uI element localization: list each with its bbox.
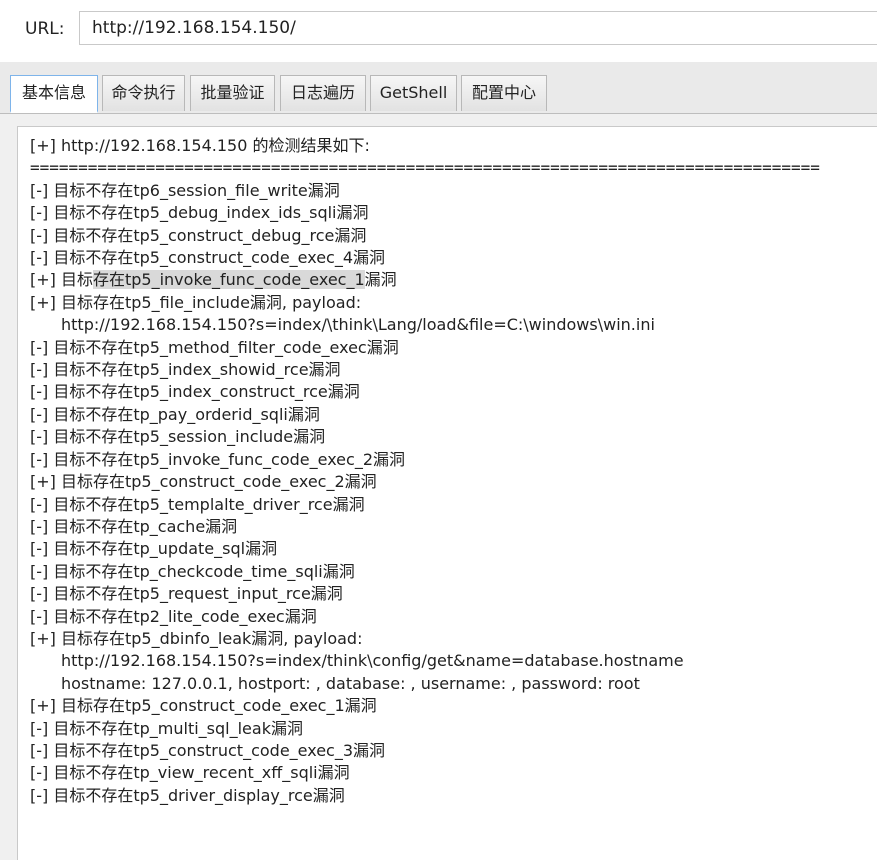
- result-detail-line: http://192.168.154.150?s=index/think\con…: [61, 651, 684, 671]
- result-not-found-line: [-] 目标不存在tp5_construct_debug_rce漏洞: [30, 225, 367, 245]
- result-not-found-line: [-] 目标不存在tp_update_sql漏洞: [30, 539, 278, 559]
- result-not-found-line: [-] 目标不存在tp5_templalte_driver_rce漏洞: [30, 494, 365, 514]
- result-not-found-line: [-] 目标不存在tp6_session_file_write漏洞: [30, 180, 340, 200]
- result-separator: ========================================…: [30, 158, 820, 178]
- result-detail-line: http://192.168.154.150?s=index/\think\La…: [61, 315, 655, 335]
- result-found-line: [+] 目标存在tp5_construct_code_exec_1漏洞: [30, 696, 377, 716]
- url-input[interactable]: [79, 11, 877, 45]
- result-not-found-line: [-] 目标不存在tp_view_recent_xff_sqli漏洞: [30, 763, 350, 783]
- result-not-found-line: [-] 目标不存在tp5_method_filter_code_exec漏洞: [30, 337, 399, 357]
- tab-log-traverse[interactable]: 日志遍历: [280, 75, 366, 111]
- text-selection: 存在tp5_invoke_func_code_exec_1: [92, 270, 365, 290]
- result-not-found-line: [-] 目标不存在tp5_request_input_rce漏洞: [30, 584, 343, 604]
- result-found-line: [+] 目标存在tp5_invoke_func_code_exec_1漏洞: [30, 270, 397, 290]
- result-not-found-line: [-] 目标不存在tp_multi_sql_leak漏洞: [30, 718, 303, 738]
- result-output[interactable]: [+] http://192.168.154.150 的检测结果如下: ====…: [17, 126, 877, 860]
- result-not-found-line: [-] 目标不存在tp5_debug_index_ids_sqli漏洞: [30, 203, 369, 223]
- result-found-line: [+] 目标存在tp5_construct_code_exec_2漏洞: [30, 472, 377, 492]
- result-not-found-line: [-] 目标不存在tp_cache漏洞: [30, 516, 238, 536]
- tab-basic-info[interactable]: 基本信息: [10, 75, 98, 113]
- url-label: URL:: [25, 19, 65, 39]
- tab-command-exec[interactable]: 命令执行: [102, 75, 185, 111]
- result-not-found-line: [-] 目标不存在tp5_construct_code_exec_4漏洞: [30, 248, 386, 268]
- tab-strip: 基本信息 命令执行 批量验证 日志遍历 GetShell 配置中心: [0, 62, 877, 114]
- tab-getshell[interactable]: GetShell: [370, 75, 457, 111]
- result-not-found-line: [-] 目标不存在tp5_session_include漏洞: [30, 427, 326, 447]
- result-not-found-line: [-] 目标不存在tp2_lite_code_exec漏洞: [30, 606, 317, 626]
- tab-batch-verify[interactable]: 批量验证: [190, 75, 275, 111]
- app-window: URL: 基本信息 命令执行 批量验证 日志遍历 GetShell 配置中心 […: [0, 0, 877, 860]
- result-not-found-line: [-] 目标不存在tp5_index_construct_rce漏洞: [30, 382, 360, 402]
- result-not-found-line: [-] 目标不存在tp_checkcode_time_sqli漏洞: [30, 561, 355, 581]
- result-not-found-line: [-] 目标不存在tp_pay_orderid_sqli漏洞: [30, 404, 320, 424]
- url-bar: URL:: [0, 0, 877, 62]
- result-header: [+] http://192.168.154.150 的检测结果如下:: [30, 136, 370, 155]
- result-lines: [-] 目标不存在tp6_session_file_write漏洞 [-] 目标不…: [30, 180, 877, 807]
- result-found-line: [+] 目标存在tp5_dbinfo_leak漏洞, payload:: [30, 628, 363, 648]
- result-not-found-line: [-] 目标不存在tp5_invoke_func_code_exec_2漏洞: [30, 449, 405, 469]
- result-found-line: [+] 目标存在tp5_file_include漏洞, payload:: [30, 292, 362, 312]
- result-not-found-line: [-] 目标不存在tp5_index_showid_rce漏洞: [30, 360, 341, 380]
- result-detail-line: hostname: 127.0.0.1, hostport: , databas…: [61, 673, 640, 693]
- result-not-found-line: [-] 目标不存在tp5_construct_code_exec_3漏洞: [30, 740, 386, 760]
- result-not-found-line: [-] 目标不存在tp5_driver_display_rce漏洞: [30, 785, 345, 805]
- basic-info-panel: [+] http://192.168.154.150 的检测结果如下: ====…: [0, 114, 877, 860]
- tab-config-center[interactable]: 配置中心: [461, 75, 547, 111]
